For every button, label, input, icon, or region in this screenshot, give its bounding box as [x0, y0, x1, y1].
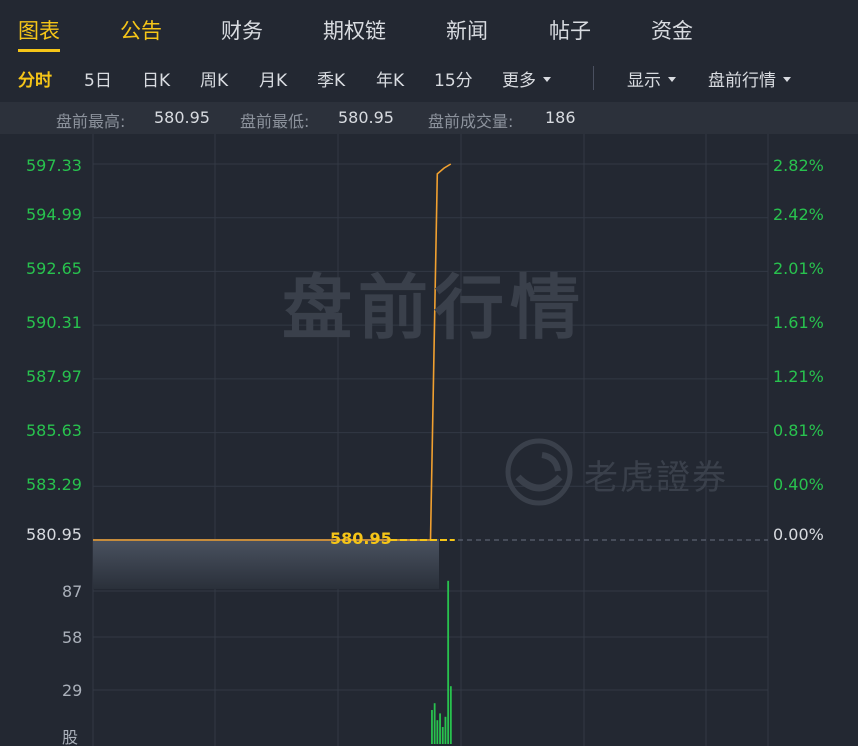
period-monthly-k[interactable]: 月K: [259, 66, 287, 91]
y-left-tick: 592.65: [26, 259, 82, 278]
chevron-down-icon: [668, 76, 676, 82]
premarket-low-label: 盘前最低:: [240, 112, 310, 131]
y-left-tick: 597.33: [26, 156, 82, 175]
period-yearly-k[interactable]: 年K: [376, 66, 404, 91]
intraday-chart[interactable]: 盘前行情 老虎證券 580.95 597.33 594.99 592.65 59…: [0, 134, 858, 746]
premarket-volume-value: 186: [545, 108, 576, 127]
current-price-tag: 580.95: [330, 529, 392, 548]
y-right-tick: 0.81%: [773, 421, 824, 440]
premarket-dropdown[interactable]: 盘前行情: [708, 66, 791, 91]
volume-bar: [436, 720, 439, 744]
tab-chart[interactable]: 图表: [18, 15, 60, 45]
premarket-high-label: 盘前最高:: [56, 112, 126, 131]
chevron-down-icon: [783, 76, 791, 82]
period-weekly-k[interactable]: 周K: [200, 66, 228, 91]
volume-bar: [444, 716, 447, 744]
volume-tick: 87: [62, 582, 83, 601]
tab-news[interactable]: 新闻: [446, 15, 488, 45]
volume-bar: [431, 710, 433, 744]
y-right-tick: 1.61%: [773, 313, 824, 332]
tab-financials[interactable]: 财务: [221, 15, 263, 45]
y-left-tick: 590.31: [26, 313, 82, 332]
premarket-volume-label: 盘前成交量:: [428, 112, 514, 131]
more-dropdown[interactable]: 更多: [502, 66, 551, 91]
y-left-tick: 585.63: [26, 421, 82, 440]
period-intraday[interactable]: 分时: [18, 66, 52, 91]
tiger-brokers-logo-text: 老虎證券: [584, 458, 728, 498]
y-left-tick: 580.95: [26, 525, 82, 544]
period-daily-k[interactable]: 日K: [142, 66, 170, 91]
more-label: 更多: [502, 71, 536, 91]
premarket-label: 盘前行情: [708, 71, 776, 91]
period-quarterly-k[interactable]: 季K: [317, 66, 345, 91]
volume-bar: [449, 686, 452, 744]
tab-announcements[interactable]: 公告: [120, 15, 162, 45]
volume-unit-label: 股: [62, 728, 79, 746]
y-right-tick: 2.42%: [773, 205, 824, 224]
period-15min[interactable]: 15分: [434, 66, 473, 91]
period-bar: 分时 5日 日K 周K 月K 季K 年K 15分 更多 显示 盘前行情: [0, 56, 858, 102]
premarket-high-value: 580.95: [154, 108, 210, 127]
y-left-tick: 583.29: [26, 475, 82, 494]
display-dropdown[interactable]: 显示: [627, 66, 676, 91]
tab-capital-flow[interactable]: 资金: [651, 15, 693, 45]
y-right-tick: 2.01%: [773, 259, 824, 278]
y-left-tick: 594.99: [26, 205, 82, 224]
y-right-tick: 0.00%: [773, 525, 824, 544]
y-right-tick: 0.40%: [773, 475, 824, 494]
tab-posts[interactable]: 帖子: [549, 15, 591, 45]
volume-bar: [441, 727, 444, 744]
premarket-stats-bar: 盘前最高: 580.95 盘前最低: 580.95 盘前成交量: 186: [0, 102, 858, 134]
top-tab-bar: 图表 公告 财务 期权链 新闻 帖子 资金: [0, 0, 858, 56]
volume-bar: [433, 703, 436, 744]
volume-tick: 58: [62, 628, 83, 647]
chart-canvas: [92, 134, 769, 746]
y-right-tick: 1.21%: [773, 367, 824, 386]
volume-bar: [447, 580, 450, 744]
display-label: 显示: [627, 71, 661, 91]
premarket-watermark: 盘前行情: [282, 267, 586, 349]
y-right-tick: 2.82%: [773, 156, 824, 175]
tiger-logo-icon: [505, 438, 573, 506]
y-left-tick: 587.97: [26, 367, 82, 386]
volume-bar: [439, 713, 441, 744]
period-5day[interactable]: 5日: [84, 66, 112, 91]
toolbar-divider: [593, 66, 594, 90]
active-tab-indicator: [18, 49, 60, 52]
tab-options-chain[interactable]: 期权链: [323, 15, 386, 45]
chevron-down-icon: [543, 76, 551, 82]
premarket-low-value: 580.95: [338, 108, 394, 127]
volume-tick: 29: [62, 681, 83, 700]
